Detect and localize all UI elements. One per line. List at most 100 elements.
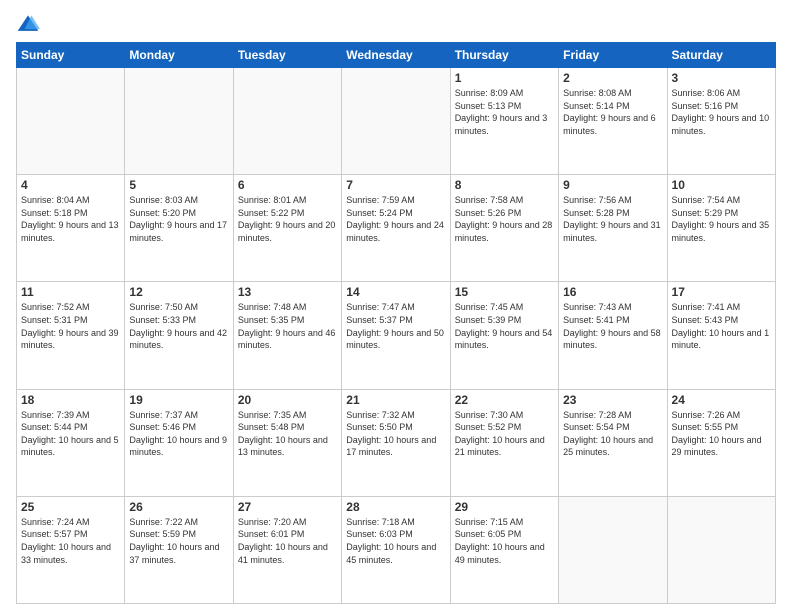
calendar-cell: 16 Sunrise: 7:43 AM Sunset: 5:41 PM Dayli…: [559, 282, 667, 389]
day-info: Sunrise: 8:09 AM Sunset: 5:13 PM Dayligh…: [455, 87, 554, 137]
day-number: 28: [346, 500, 445, 514]
day-info: Sunrise: 7:43 AM Sunset: 5:41 PM Dayligh…: [563, 301, 662, 351]
day-number: 8: [455, 178, 554, 192]
calendar-cell: 10Sunrise: 7:54 AM Sunset: 5:29 PM Dayli…: [667, 175, 775, 282]
day-info: Sunrise: 7:32 AM Sunset: 5:50 PM Dayligh…: [346, 409, 445, 459]
calendar-cell: 14Sunrise: 7:47 AM Sunset: 5:37 PM Dayli…: [342, 282, 450, 389]
calendar-cell: 24 Sunrise: 7:26 AM Sunset: 5:55 PM Dayli…: [667, 389, 775, 496]
logo-icon: [16, 12, 40, 36]
day-info: Sunrise: 7:50 AM Sunset: 5:33 PM Dayligh…: [129, 301, 228, 351]
calendar-cell: [233, 68, 341, 175]
calendar-cell: 11Sunrise: 7:52 AM Sunset: 5:31 PM Dayli…: [17, 282, 125, 389]
day-number: 9: [563, 178, 662, 192]
day-info: Sunrise: 7:24 AM Sunset: 5:57 PM Dayligh…: [21, 516, 120, 566]
day-number: 10: [672, 178, 771, 192]
day-info: Sunrise: 7:15 AM Sunset: 6:05 PM Dayligh…: [455, 516, 554, 566]
calendar-cell: [342, 68, 450, 175]
calendar-cell: 9 Sunrise: 7:56 AM Sunset: 5:28 PM Daylig…: [559, 175, 667, 282]
day-number: 15: [455, 285, 554, 299]
calendar-cell: 26 Sunrise: 7:22 AM Sunset: 5:59 PM Dayli…: [125, 496, 233, 603]
day-number: 4: [21, 178, 120, 192]
calendar-cell: [559, 496, 667, 603]
day-number: 22: [455, 393, 554, 407]
calendar-cell: [17, 68, 125, 175]
day-info: Sunrise: 7:30 AM Sunset: 5:52 PM Dayligh…: [455, 409, 554, 459]
calendar-cell: 8 Sunrise: 7:58 AM Sunset: 5:26 PM Daylig…: [450, 175, 558, 282]
day-info: Sunrise: 7:18 AM Sunset: 6:03 PM Dayligh…: [346, 516, 445, 566]
calendar-cell: 6 Sunrise: 8:01 AM Sunset: 5:22 PM Daylig…: [233, 175, 341, 282]
calendar-cell: 18 Sunrise: 7:39 AM Sunset: 5:44 PM Dayli…: [17, 389, 125, 496]
calendar-cell: 22 Sunrise: 7:30 AM Sunset: 5:52 PM Dayli…: [450, 389, 558, 496]
day-number: 16: [563, 285, 662, 299]
calendar-cell: 15Sunrise: 7:45 AM Sunset: 5:39 PM Dayli…: [450, 282, 558, 389]
day-number: 24: [672, 393, 771, 407]
calendar-cell: 23 Sunrise: 7:28 AM Sunset: 5:54 PM Dayli…: [559, 389, 667, 496]
calendar-week-row: 18 Sunrise: 7:39 AM Sunset: 5:44 PM Dayli…: [17, 389, 776, 496]
calendar-cell: 3 Sunrise: 8:06 AM Sunset: 5:16 PM Daylig…: [667, 68, 775, 175]
day-number: 12: [129, 285, 228, 299]
day-info: Sunrise: 7:58 AM Sunset: 5:26 PM Dayligh…: [455, 194, 554, 244]
calendar-cell: [667, 496, 775, 603]
day-info: Sunrise: 7:20 AM Sunset: 6:01 PM Dayligh…: [238, 516, 337, 566]
day-number: 14: [346, 285, 445, 299]
day-info: Sunrise: 7:26 AM Sunset: 5:55 PM Dayligh…: [672, 409, 771, 459]
calendar-week-row: 11Sunrise: 7:52 AM Sunset: 5:31 PM Dayli…: [17, 282, 776, 389]
day-number: 26: [129, 500, 228, 514]
page: SundayMondayTuesdayWednesdayThursdayFrid…: [0, 0, 792, 612]
day-info: Sunrise: 8:01 AM Sunset: 5:22 PM Dayligh…: [238, 194, 337, 244]
calendar-cell: 13 Sunrise: 7:48 AM Sunset: 5:35 PM Dayli…: [233, 282, 341, 389]
calendar-cell: 2 Sunrise: 8:08 AM Sunset: 5:14 PM Daylig…: [559, 68, 667, 175]
day-info: Sunrise: 7:39 AM Sunset: 5:44 PM Dayligh…: [21, 409, 120, 459]
calendar-cell: 25 Sunrise: 7:24 AM Sunset: 5:57 PM Dayli…: [17, 496, 125, 603]
day-number: 25: [21, 500, 120, 514]
day-number: 23: [563, 393, 662, 407]
logo: [16, 12, 44, 36]
calendar-day-header: Friday: [559, 43, 667, 68]
day-info: Sunrise: 8:06 AM Sunset: 5:16 PM Dayligh…: [672, 87, 771, 137]
day-number: 29: [455, 500, 554, 514]
calendar-day-header: Sunday: [17, 43, 125, 68]
calendar-cell: 29 Sunrise: 7:15 AM Sunset: 6:05 PM Dayli…: [450, 496, 558, 603]
day-info: Sunrise: 7:52 AM Sunset: 5:31 PM Dayligh…: [21, 301, 120, 351]
day-number: 21: [346, 393, 445, 407]
calendar-week-row: 4 Sunrise: 8:04 AM Sunset: 5:18 PM Daylig…: [17, 175, 776, 282]
calendar-cell: 17Sunrise: 7:41 AM Sunset: 5:43 PM Dayli…: [667, 282, 775, 389]
calendar-cell: 5 Sunrise: 8:03 AM Sunset: 5:20 PM Daylig…: [125, 175, 233, 282]
header: [16, 12, 776, 36]
calendar-cell: 28 Sunrise: 7:18 AM Sunset: 6:03 PM Dayli…: [342, 496, 450, 603]
day-number: 6: [238, 178, 337, 192]
day-info: Sunrise: 7:59 AM Sunset: 5:24 PM Dayligh…: [346, 194, 445, 244]
day-number: 3: [672, 71, 771, 85]
calendar-cell: 1 Sunrise: 8:09 AM Sunset: 5:13 PM Daylig…: [450, 68, 558, 175]
day-number: 5: [129, 178, 228, 192]
calendar-week-row: 25 Sunrise: 7:24 AM Sunset: 5:57 PM Dayli…: [17, 496, 776, 603]
day-number: 1: [455, 71, 554, 85]
calendar-cell: 7Sunrise: 7:59 AM Sunset: 5:24 PM Daylig…: [342, 175, 450, 282]
day-info: Sunrise: 8:04 AM Sunset: 5:18 PM Dayligh…: [21, 194, 120, 244]
day-number: 20: [238, 393, 337, 407]
day-info: Sunrise: 7:22 AM Sunset: 5:59 PM Dayligh…: [129, 516, 228, 566]
calendar-cell: 27Sunrise: 7:20 AM Sunset: 6:01 PM Dayli…: [233, 496, 341, 603]
calendar-table: SundayMondayTuesdayWednesdayThursdayFrid…: [16, 42, 776, 604]
day-number: 18: [21, 393, 120, 407]
day-info: Sunrise: 7:56 AM Sunset: 5:28 PM Dayligh…: [563, 194, 662, 244]
calendar-cell: 12 Sunrise: 7:50 AM Sunset: 5:33 PM Dayli…: [125, 282, 233, 389]
day-info: Sunrise: 7:35 AM Sunset: 5:48 PM Dayligh…: [238, 409, 337, 459]
day-info: Sunrise: 8:03 AM Sunset: 5:20 PM Dayligh…: [129, 194, 228, 244]
day-info: Sunrise: 7:41 AM Sunset: 5:43 PM Dayligh…: [672, 301, 771, 351]
calendar-cell: 20 Sunrise: 7:35 AM Sunset: 5:48 PM Dayli…: [233, 389, 341, 496]
day-number: 13: [238, 285, 337, 299]
day-number: 2: [563, 71, 662, 85]
day-info: Sunrise: 7:37 AM Sunset: 5:46 PM Dayligh…: [129, 409, 228, 459]
day-info: Sunrise: 8:08 AM Sunset: 5:14 PM Dayligh…: [563, 87, 662, 137]
calendar-day-header: Wednesday: [342, 43, 450, 68]
calendar-header-row: SundayMondayTuesdayWednesdayThursdayFrid…: [17, 43, 776, 68]
day-number: 19: [129, 393, 228, 407]
calendar-day-header: Tuesday: [233, 43, 341, 68]
calendar-day-header: Monday: [125, 43, 233, 68]
day-info: Sunrise: 7:28 AM Sunset: 5:54 PM Dayligh…: [563, 409, 662, 459]
calendar-day-header: Thursday: [450, 43, 558, 68]
calendar-day-header: Saturday: [667, 43, 775, 68]
day-info: Sunrise: 7:48 AM Sunset: 5:35 PM Dayligh…: [238, 301, 337, 351]
calendar-cell: 21 Sunrise: 7:32 AM Sunset: 5:50 PM Dayli…: [342, 389, 450, 496]
